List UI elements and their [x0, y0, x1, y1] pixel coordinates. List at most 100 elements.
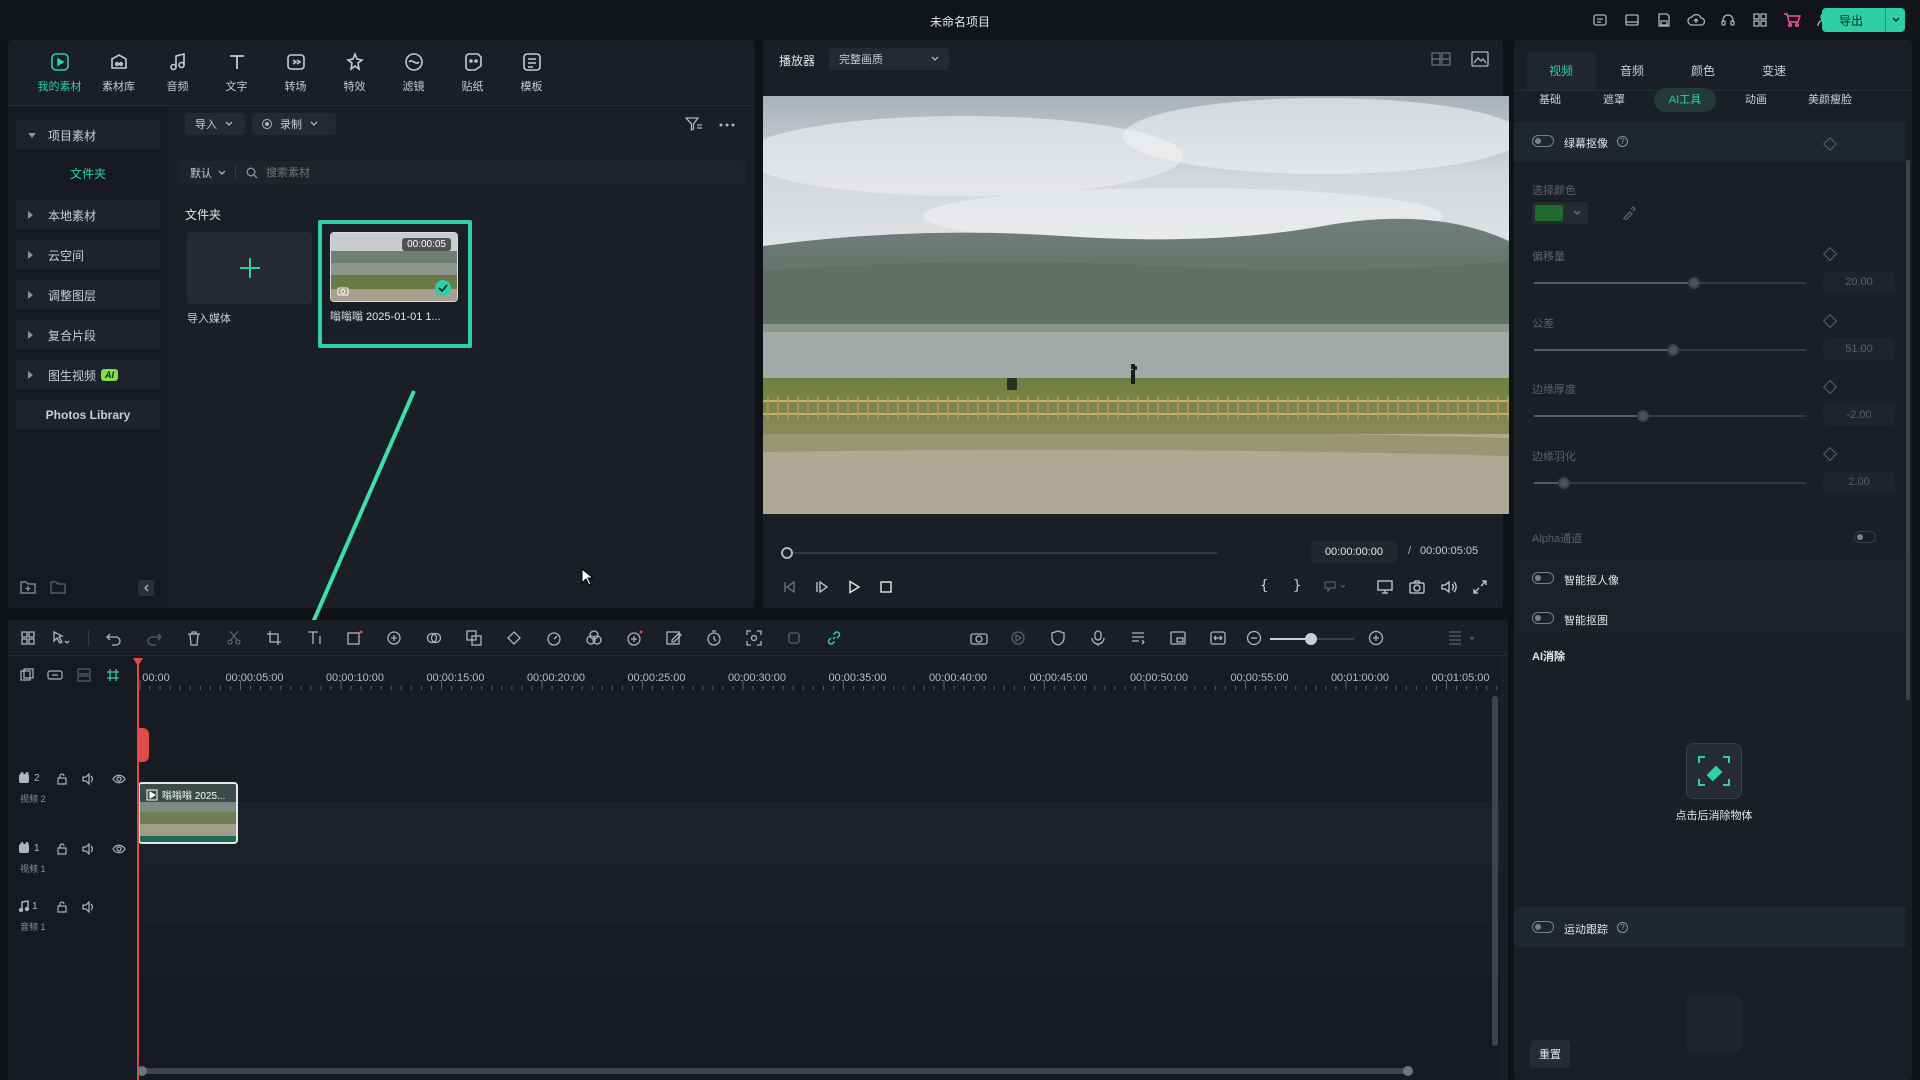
offset-slider[interactable] — [1534, 277, 1806, 289]
tab-video[interactable]: 视频 — [1526, 52, 1596, 90]
edge-feather-slider[interactable] — [1534, 477, 1806, 489]
slider-knob[interactable] — [1557, 477, 1570, 489]
media-clip-card[interactable]: 00:00:05 嗡嗡嗡 2025-01-01 1... — [318, 220, 472, 348]
subtab-animation[interactable]: 动画 — [1736, 88, 1776, 112]
speaker-icon[interactable] — [82, 773, 96, 785]
apps-grid-icon[interactable] — [1750, 10, 1770, 30]
select-tool-icon[interactable] — [52, 630, 70, 648]
undo-icon[interactable] — [106, 630, 124, 648]
lock-icon[interactable] — [56, 773, 68, 785]
tolerance-value[interactable]: 51.00 — [1823, 338, 1895, 360]
delete-icon[interactable] — [186, 630, 204, 648]
fullscreen-icon[interactable] — [1473, 580, 1487, 594]
subtab-mask[interactable]: 遮罩 — [1594, 88, 1634, 112]
current-time[interactable]: 00:00:00:00 — [1311, 541, 1397, 563]
record-dropdown[interactable]: 录制 — [252, 113, 336, 135]
keyframe-icon[interactable] — [1822, 446, 1838, 462]
auto-highlight-icon[interactable] — [970, 630, 988, 648]
tolerance-slider[interactable] — [1534, 344, 1806, 356]
speaker-icon[interactable] — [82, 843, 96, 855]
timer-icon[interactable] — [706, 630, 724, 648]
layout-icon[interactable] — [1622, 10, 1642, 30]
smart-cutout-toggle[interactable] — [1532, 612, 1554, 624]
marker-icon[interactable] — [1323, 581, 1347, 593]
render-icon[interactable] — [1010, 630, 1028, 648]
pip-icon[interactable] — [1170, 630, 1188, 648]
import-media-tile[interactable] — [187, 232, 312, 304]
microphone-icon[interactable] — [1090, 630, 1108, 648]
edit-icon[interactable] — [666, 630, 684, 648]
lock-icon[interactable] — [56, 901, 68, 913]
keyframe-tool-icon[interactable] — [506, 630, 524, 648]
subtab-beauty[interactable]: 美颜瘦脸 — [1794, 88, 1866, 112]
grid-view-icon[interactable] — [1431, 52, 1451, 66]
help-icon[interactable]: ? — [1617, 136, 1628, 147]
new-folder-icon[interactable] — [20, 580, 36, 594]
edge-thickness-value[interactable]: -2.00 — [1823, 404, 1895, 426]
subtab-ai-tools[interactable]: AI工具 — [1654, 88, 1716, 112]
tab-sticker[interactable]: 贴纸 — [443, 40, 502, 105]
snapshot-camera-icon[interactable] — [1409, 580, 1425, 594]
color-dropdown[interactable] — [1532, 202, 1588, 224]
folder-icon[interactable] — [50, 580, 66, 594]
smart-cutout-person-toggle[interactable] — [1532, 572, 1554, 584]
slider-knob[interactable] — [1688, 277, 1701, 289]
track-row-audio-1[interactable] — [138, 866, 1500, 922]
reset-button[interactable]: 重置 — [1530, 1040, 1570, 1068]
ai-erase-button[interactable] — [1686, 743, 1742, 799]
sidebar-item-photos-library[interactable]: Photos Library — [16, 400, 160, 430]
subtab-basic[interactable]: 基础 — [1530, 88, 1570, 112]
export-button[interactable]: 导出 — [1822, 8, 1905, 32]
chroma-key-toggle[interactable] — [1532, 135, 1554, 147]
stabilize-icon[interactable] — [746, 630, 764, 648]
mark-out-icon[interactable]: } — [1293, 578, 1301, 594]
add-track-icon[interactable] — [20, 668, 34, 682]
cloud-upload-icon[interactable] — [1686, 10, 1706, 30]
text-tool-icon[interactable] — [306, 630, 324, 648]
edge-thickness-slider[interactable] — [1534, 410, 1806, 422]
slider-knob[interactable] — [1636, 410, 1649, 422]
edge-feather-value[interactable]: 2.00 — [1823, 471, 1895, 493]
save-icon[interactable] — [1654, 10, 1674, 30]
mark-in-icon[interactable]: { — [1260, 578, 1268, 594]
tab-color[interactable]: 颜色 — [1668, 52, 1738, 90]
timeline-horizontal-scrollbar[interactable] — [137, 1066, 1413, 1076]
slider-knob[interactable] — [1666, 344, 1679, 356]
link-icon[interactable] — [826, 630, 844, 648]
prev-frame-icon[interactable] — [783, 580, 797, 594]
ai-tool-icon[interactable] — [626, 630, 644, 648]
tab-stock-media[interactable]: 素材库 — [89, 40, 148, 105]
offset-value[interactable]: 20.00 — [1823, 271, 1895, 293]
tab-text[interactable]: 文字 — [207, 40, 266, 105]
alpha-channel-toggle[interactable] — [1854, 531, 1876, 543]
track-layout-icon[interactable] — [77, 668, 91, 682]
freeze-frame-icon[interactable] — [786, 630, 804, 648]
timeline-vertical-scrollbar[interactable] — [1492, 696, 1498, 1046]
layout-grid-icon[interactable] — [20, 630, 38, 648]
playback-progress[interactable] — [781, 547, 1217, 559]
more-options-icon[interactable] — [719, 123, 735, 127]
motion-tracking-toggle[interactable] — [1532, 921, 1554, 933]
zoom-out-icon[interactable] — [1246, 630, 1264, 648]
tab-audio[interactable]: 音频 — [1597, 52, 1667, 90]
sidebar-item-image-to-video[interactable]: 图生视频 AI — [16, 360, 160, 390]
progress-knob[interactable] — [781, 547, 793, 559]
quality-dropdown[interactable]: 完整画质 — [829, 48, 949, 70]
zoom-slider-knob[interactable] — [1305, 633, 1317, 645]
tab-my-media[interactable]: 我的素材 — [30, 40, 89, 105]
effects-tool-icon[interactable] — [586, 630, 604, 648]
snap-icon[interactable] — [106, 668, 120, 682]
speaker-icon[interactable] — [82, 901, 96, 913]
tab-transition[interactable]: 转场 — [266, 40, 325, 105]
display-settings-icon[interactable] — [1377, 580, 1393, 594]
sidebar-item-cloud[interactable]: 云空间 — [16, 240, 160, 270]
redo-icon[interactable] — [146, 630, 164, 648]
filter-sort-icon[interactable] — [685, 116, 703, 132]
tab-speed[interactable]: 变速 — [1739, 52, 1809, 90]
speed-icon[interactable] — [546, 630, 564, 648]
sidebar-item-adjustment-layer[interactable]: 调整图层 — [16, 280, 160, 310]
keyframe-icon[interactable] — [1822, 313, 1838, 329]
split-icon[interactable] — [226, 630, 244, 648]
lock-icon[interactable] — [56, 843, 68, 855]
subtitle-icon[interactable] — [1130, 630, 1148, 648]
